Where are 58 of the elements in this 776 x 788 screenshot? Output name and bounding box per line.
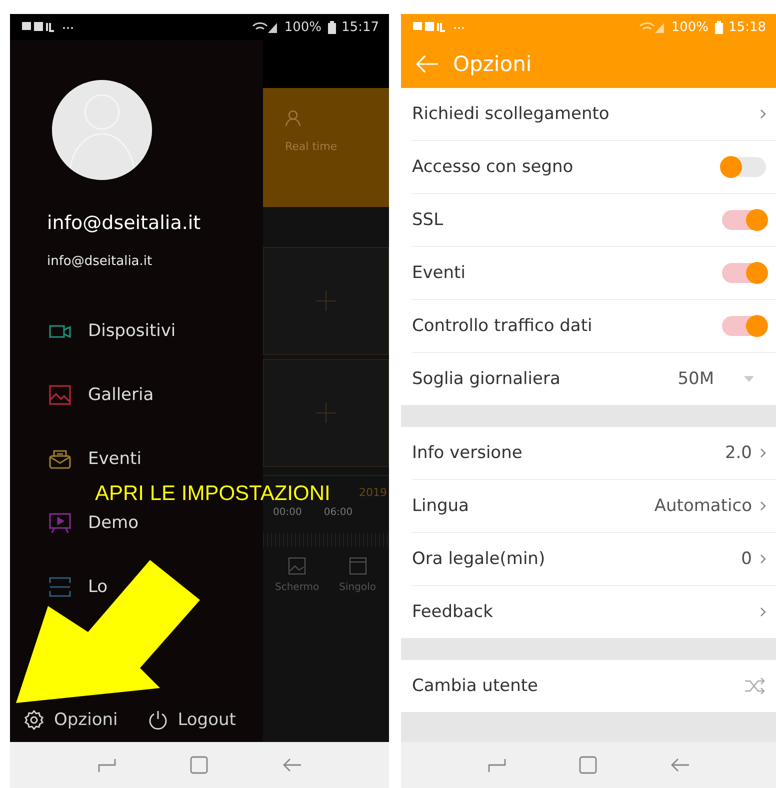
drawer-item[interactable]: Galleria xyxy=(10,363,263,427)
battery-icon xyxy=(714,20,723,34)
toggle-switch[interactable] xyxy=(722,157,766,177)
image-icon xyxy=(287,556,308,576)
setting-label: SSL xyxy=(412,210,444,230)
setting-label: Info versione xyxy=(412,443,524,463)
toggle-switch[interactable] xyxy=(722,316,766,336)
signal-icon xyxy=(639,21,666,33)
setting-label: Cambia utente xyxy=(412,676,539,696)
setting-value: 50M xyxy=(678,369,714,389)
setting-label: Accesso con segno xyxy=(412,157,574,177)
recent-apps-icon[interactable] xyxy=(96,756,117,774)
back-icon[interactable] xyxy=(282,757,302,773)
window-icon xyxy=(348,556,368,576)
signal-icon xyxy=(252,21,278,33)
dropdown-caret-icon[interactable] xyxy=(744,376,754,382)
drawer-item[interactable]: Lo xyxy=(10,555,263,619)
battery-level: 100% xyxy=(284,20,322,34)
toggle-switch[interactable] xyxy=(722,263,766,283)
page-title: Opzioni xyxy=(453,52,532,76)
setting-label: Eventi xyxy=(412,263,466,283)
recent-apps-icon[interactable] xyxy=(487,756,508,774)
chevron-icon[interactable] xyxy=(760,607,766,617)
shuffle-icon[interactable] xyxy=(744,678,766,694)
settings-icon xyxy=(24,710,44,730)
time-tick: 00:00 xyxy=(273,507,302,520)
setting-value: 0 xyxy=(741,549,752,569)
drawer-footer-button[interactable]: Logout xyxy=(148,710,236,730)
tab-label: Real time xyxy=(284,140,338,153)
battery-level: 100% xyxy=(671,20,709,34)
user-email: info@dseitalia.it xyxy=(47,254,154,269)
drawer-item[interactable]: Dispositivi xyxy=(10,299,263,363)
setting-label: Richiedi scollegamento xyxy=(412,104,610,124)
back-icon[interactable] xyxy=(670,757,690,773)
chevron-icon[interactable] xyxy=(760,109,766,119)
setting-value: Automatico xyxy=(654,496,752,516)
chevron-icon[interactable] xyxy=(760,554,766,564)
setting-value: 2.0 xyxy=(724,443,752,463)
power-icon xyxy=(148,710,168,730)
setting-label: Ora legale(min) xyxy=(412,549,546,569)
user-name: info@dseitalia.it xyxy=(47,212,202,234)
setting-label: Soglia giornaliera xyxy=(412,369,562,389)
clock: 15:18 xyxy=(728,20,766,34)
annotation-text: APRI LE IMPOSTAZIONI xyxy=(95,482,330,506)
setting-label: Lingua xyxy=(412,496,470,516)
home-icon[interactable] xyxy=(579,756,598,774)
setting-label: Feedback xyxy=(412,602,494,622)
toggle-switch[interactable] xyxy=(722,210,766,230)
chevron-icon[interactable] xyxy=(760,448,766,458)
clock: 15:17 xyxy=(342,20,379,34)
home-icon[interactable] xyxy=(190,756,208,774)
back-arrow-icon[interactable] xyxy=(415,55,439,73)
drawer-footer-button[interactable]: Opzioni xyxy=(24,710,118,730)
battery-icon xyxy=(328,20,336,34)
setting-label: Controllo traffico dati xyxy=(412,316,594,336)
chevron-icon[interactable] xyxy=(760,501,766,511)
person-icon xyxy=(285,110,301,126)
time-tick: 06:00 xyxy=(324,507,353,520)
